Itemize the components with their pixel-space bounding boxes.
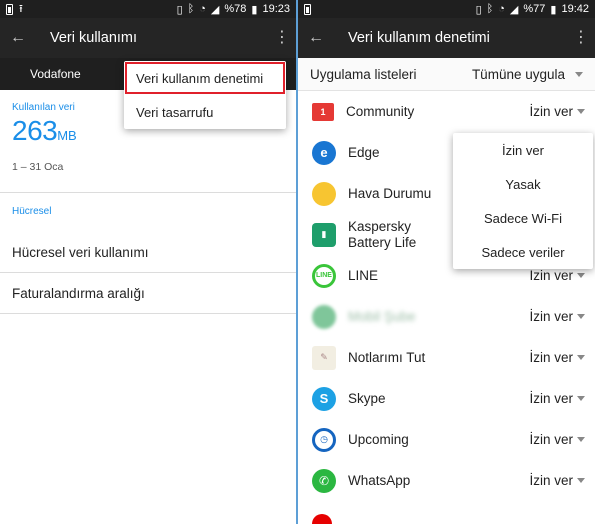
line-icon: LINE — [312, 263, 336, 288]
app-name: Kaspersky Battery Life — [348, 218, 417, 250]
whatsapp-icon: ✆ — [312, 468, 336, 493]
app-name: Community — [346, 103, 415, 119]
app-row-blurred[interactable]: Mobil Şube İzin ver — [298, 296, 595, 337]
phone-status-icon: ▯ — [176, 3, 183, 16]
bluetooth-icon: ᛒ — [187, 3, 195, 15]
clock: 19:23 — [262, 3, 290, 15]
back-arrow-icon[interactable]: ← — [10, 29, 34, 47]
app-name: Skype — [348, 390, 386, 406]
menu-item-wifi-only[interactable]: Sadece Wi-Fi — [453, 201, 593, 235]
app-name: Edge — [348, 144, 380, 160]
blurred-app-icon — [312, 304, 336, 329]
battery-percent: %77 — [523, 3, 546, 15]
more-options-icon[interactable]: ⋮ — [274, 30, 290, 46]
app-name: Mobil Şube — [348, 308, 416, 324]
section-cellular: Hücresel — [12, 206, 52, 217]
chevron-down-icon — [577, 437, 585, 442]
app-row-skype[interactable]: S Skype İzin ver — [298, 378, 595, 419]
left-screen: ⭱ ▯ ᛒ ◔ ◢ %78 ▮ 19:23 ← Veri kullanımı ⋮… — [0, 0, 296, 524]
battery-percent: %78 — [224, 3, 247, 15]
permission-dropdown[interactable]: İzin ver — [529, 432, 585, 447]
menu-item-data-usage-control[interactable]: Veri kullanım denetimi — [124, 61, 286, 95]
app-name: WhatsApp — [348, 472, 411, 488]
permission-menu: İzin ver Yasak Sadece Wi-Fi Sadece veril… — [453, 133, 593, 269]
menu-item-data-saver[interactable]: Veri tasarrufu — [124, 95, 286, 129]
battery-saver-icon — [304, 3, 311, 15]
wifi-icon: ◔ — [199, 3, 206, 15]
app-name: Hava Durumu — [348, 185, 432, 201]
signal-icon: ◢ — [509, 3, 519, 16]
permission-dropdown[interactable]: İzin ver — [529, 350, 585, 365]
community-icon: 1 — [312, 102, 334, 121]
permission-dropdown[interactable]: İzin ver — [529, 309, 585, 324]
upload-icon: ⭱ — [19, 2, 23, 15]
app-row-whatsapp[interactable]: ✆ WhatsApp İzin ver — [298, 460, 595, 501]
status-bar: ⭱ ▯ ᛒ ◔ ◢ %78 ▮ 19:23 — [0, 0, 296, 18]
skype-icon: S — [312, 386, 336, 411]
chevron-down-icon — [577, 314, 585, 319]
cellular-data-usage-item[interactable]: Hücresel veri kullanımı — [0, 232, 296, 273]
app-bar: ← Veri kullanımı ⋮ — [0, 18, 296, 58]
chevron-down-icon — [577, 355, 585, 360]
kaspersky-battery-icon: ▮ — [312, 222, 336, 247]
app-row-notes[interactable]: ✎ Notlarımı Tut İzin ver — [298, 337, 595, 378]
more-options-icon[interactable]: ⋮ — [573, 30, 589, 46]
permission-dropdown[interactable]: İzin ver — [529, 391, 585, 406]
billing-cycle-item[interactable]: Faturalandırma aralığı — [0, 273, 296, 314]
battery-icon: ▮ — [251, 3, 258, 16]
app-name: Upcoming — [348, 431, 409, 447]
back-arrow-icon[interactable]: ← — [308, 29, 332, 47]
phone-status-icon: ▯ — [475, 3, 482, 16]
menu-item-allow[interactable]: İzin ver — [453, 133, 593, 167]
permission-dropdown[interactable]: İzin ver — [529, 473, 585, 488]
chevron-down-icon — [577, 478, 585, 483]
app-list-bar: Uygulama listeleri Tümüne uygula — [298, 58, 595, 91]
app-row-upcoming[interactable]: ◷ Upcoming İzin ver — [298, 419, 595, 460]
app-row-community[interactable]: 1 Community İzin ver — [298, 91, 595, 132]
chevron-down-icon — [577, 273, 585, 278]
wifi-icon: ◔ — [498, 3, 505, 15]
app-name: LINE — [348, 267, 379, 283]
date-range: 1 – 31 Oca — [12, 161, 64, 173]
chevron-down-icon — [575, 71, 583, 77]
app-list-label: Uygulama listeleri — [310, 66, 417, 82]
app-name: Notlarımı Tut — [348, 349, 426, 365]
upcoming-icon: ◷ — [312, 427, 336, 452]
bluetooth-icon: ᛒ — [486, 3, 494, 15]
clock: 19:42 — [561, 3, 589, 15]
permission-dropdown[interactable]: İzin ver — [529, 268, 585, 283]
page-title: Veri kullanım denetimi — [348, 30, 490, 46]
chevron-down-icon — [577, 109, 585, 114]
apply-all-dropdown[interactable]: Tümüne uygula — [472, 67, 583, 82]
permission-dropdown[interactable]: İzin ver — [529, 104, 585, 119]
status-bar: ▯ ᛒ ◔ ◢ %77 ▮ 19:42 — [298, 0, 595, 18]
weather-icon — [312, 181, 336, 206]
right-screen: ▯ ᛒ ◔ ◢ %77 ▮ 19:42 ← Veri kullanım dene… — [298, 0, 595, 524]
vodafone-icon — [312, 514, 332, 524]
app-bar: ← Veri kullanım denetimi ⋮ — [298, 18, 595, 58]
edge-icon: e — [312, 140, 336, 165]
overflow-menu: Veri kullanım denetimi Veri tasarrufu — [124, 61, 286, 129]
signal-icon: ◢ — [210, 3, 220, 16]
menu-item-forbidden[interactable]: Yasak — [453, 167, 593, 201]
chevron-down-icon — [577, 396, 585, 401]
page-title: Veri kullanımı — [50, 30, 138, 46]
watermark: Sordum.net — [10, 497, 93, 513]
battery-icon: ▮ — [550, 3, 557, 16]
notes-icon: ✎ — [312, 345, 336, 370]
battery-saver-icon — [6, 3, 13, 15]
tab-vodafone[interactable]: Vodafone — [30, 67, 81, 81]
menu-item-data-only[interactable]: Sadece veriler — [453, 235, 593, 269]
